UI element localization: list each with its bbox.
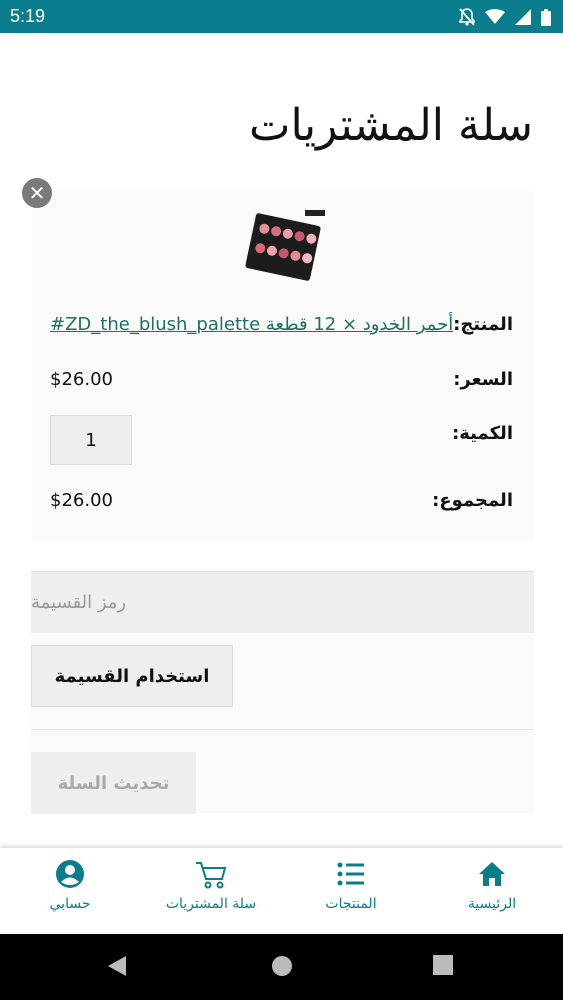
recents-icon[interactable] bbox=[432, 954, 454, 976]
status-icons bbox=[459, 8, 551, 26]
notifications-off-icon bbox=[459, 8, 475, 26]
apply-coupon-button[interactable]: استخدام القسيمة bbox=[31, 645, 233, 707]
cart-icon bbox=[196, 862, 227, 889]
update-cart-button[interactable]: تحديث السلة bbox=[31, 752, 196, 814]
nav-account-label: حسابي bbox=[49, 896, 91, 912]
product-thumbnail[interactable] bbox=[245, 207, 330, 292]
total-value: $26.00 bbox=[50, 490, 113, 511]
quantity-input[interactable]: 1 bbox=[50, 415, 132, 465]
remove-item-button[interactable]: ✕ bbox=[22, 178, 52, 208]
signal-icon bbox=[515, 9, 531, 25]
nav-home[interactable]: الرئيسية bbox=[422, 856, 562, 932]
status-time: 5:19 bbox=[10, 6, 46, 26]
price-label: السعر: bbox=[453, 369, 513, 390]
back-icon[interactable] bbox=[106, 954, 128, 978]
divider bbox=[31, 729, 534, 730]
page-title: سلة المشتريات bbox=[249, 100, 533, 151]
account-icon bbox=[56, 860, 84, 888]
quantity-label: الكمية: bbox=[452, 423, 513, 444]
nav-products-label: المنتجات bbox=[325, 896, 377, 912]
status-bar: 5:19 bbox=[0, 0, 563, 33]
nav-account[interactable]: حسابي bbox=[0, 856, 140, 932]
list-icon bbox=[337, 862, 364, 886]
nav-home-label: الرئيسية bbox=[467, 896, 517, 912]
home-icon bbox=[479, 862, 505, 886]
android-nav-bar bbox=[0, 934, 563, 1000]
product-name-link[interactable]: #ZD_the_blush_palette أحمر الخدود × 12 ق… bbox=[50, 314, 453, 335]
product-link-text[interactable]: #ZD_the_blush_palette أحمر الخدود × 12 ق… bbox=[50, 314, 453, 335]
nav-cart[interactable]: سلة المشتريات bbox=[141, 856, 281, 932]
total-label: المجموع: bbox=[432, 490, 513, 511]
battery-icon bbox=[541, 8, 551, 26]
home-circle-icon[interactable] bbox=[270, 954, 294, 978]
price-value: $26.00 bbox=[50, 369, 113, 390]
wifi-icon bbox=[485, 9, 505, 24]
nav-cart-label: سلة المشتريات bbox=[165, 896, 257, 912]
nav-products[interactable]: المنتجات bbox=[281, 856, 421, 932]
product-label: المنتج: bbox=[453, 314, 513, 335]
coupon-code-input[interactable]: رمز القسيمة bbox=[31, 571, 534, 633]
bottom-nav: حسابي سلة المشتريات المنتجات الرئيسية bbox=[0, 848, 563, 934]
